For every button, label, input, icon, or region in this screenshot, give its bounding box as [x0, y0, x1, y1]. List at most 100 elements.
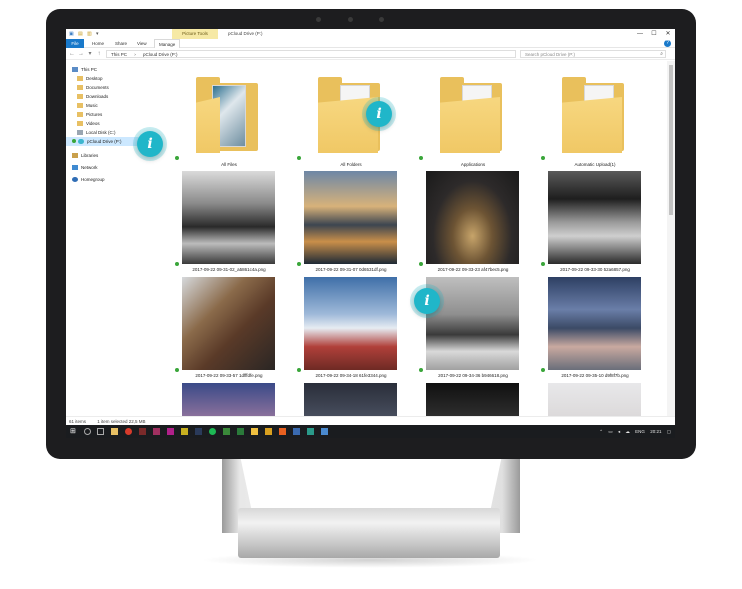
- library-icon: [72, 153, 78, 158]
- app-icon[interactable]: [237, 428, 244, 435]
- properties-icon[interactable]: ▤: [78, 31, 84, 37]
- up-arrow-icon[interactable]: ↑: [95, 50, 103, 58]
- nav-item-network[interactable]: Network: [66, 163, 144, 172]
- info-marker-icon[interactable]: i: [137, 131, 163, 157]
- nav-item-libraries[interactable]: Libraries: [66, 151, 144, 160]
- ribbon-tabs: File Home Share View Manage ?: [66, 39, 675, 48]
- app-icon[interactable]: [167, 428, 174, 435]
- sync-ok-icon: [174, 155, 180, 161]
- notification-icon[interactable]: ▢: [667, 429, 671, 434]
- image-tile[interactable]: 2017-09-22 09-31-07 0d6531df.png: [296, 171, 397, 277]
- nav-item-this-pc[interactable]: This PC: [66, 65, 144, 74]
- tab-manage[interactable]: Manage: [154, 39, 181, 48]
- nav-item-videos[interactable]: Videos: [66, 119, 144, 128]
- nav-item-downloads[interactable]: Downloads: [66, 92, 144, 101]
- close-button[interactable]: ✕: [661, 29, 675, 39]
- nav-item-music[interactable]: Music: [66, 101, 144, 110]
- image-tile[interactable]: 2017-09-22 09-35-10 d9f8f7b.png: [540, 277, 641, 383]
- search-icon[interactable]: ⌕: [660, 51, 663, 58]
- image-thumbnail: [182, 277, 275, 370]
- tab-view[interactable]: View: [133, 39, 151, 48]
- app-icon[interactable]: [279, 428, 286, 435]
- app-icon[interactable]: [153, 428, 160, 435]
- recent-dropdown-icon[interactable]: ▾: [86, 50, 94, 58]
- nav-item-homegroup[interactable]: Homegroup: [66, 175, 144, 184]
- cloud-drive-icon: [78, 139, 84, 144]
- image-tile[interactable]: 2017-09-22 09-33-23 af47bec5.png: [418, 171, 519, 277]
- image-tile[interactable]: [174, 383, 275, 416]
- app-icon[interactable]: [195, 428, 202, 435]
- clock[interactable]: 20:21: [650, 429, 661, 434]
- image-thumbnail: [548, 277, 641, 370]
- app-icon[interactable]: [265, 428, 272, 435]
- image-tile[interactable]: 2017-09-22 09-33-30 52a6857.png: [540, 171, 641, 277]
- image-thumbnail: [182, 171, 275, 264]
- computer-icon: [72, 67, 78, 72]
- maximize-button[interactable]: ☐: [647, 29, 661, 39]
- app-icon[interactable]: [223, 428, 230, 435]
- image-tile[interactable]: [540, 383, 641, 416]
- quick-access-dropdown-icon[interactable]: ▾: [96, 31, 102, 37]
- app-icon[interactable]: [293, 428, 300, 435]
- sensor-icon: [379, 17, 384, 22]
- app-icon[interactable]: [307, 428, 314, 435]
- image-tile[interactable]: [296, 383, 397, 416]
- vertical-scrollbar[interactable]: [667, 61, 675, 416]
- image-name: 2017-09-22 09-33-30 52a6857.png: [560, 267, 630, 272]
- nav-item-local-disk[interactable]: Local Disk (C:): [66, 128, 144, 137]
- cloud-tray-icon[interactable]: ☁: [625, 429, 630, 434]
- drive-icon: [77, 130, 83, 135]
- info-marker-icon[interactable]: i: [366, 101, 392, 127]
- app-folder-icon: ▣: [69, 31, 74, 37]
- folder-tile[interactable]: Automatic Upload(1): [540, 71, 640, 171]
- image-tile[interactable]: 2017-09-22 09-34-18 61fe3344.png: [296, 277, 397, 383]
- file-explorer-icon[interactable]: [111, 428, 118, 435]
- tab-file[interactable]: File: [66, 39, 84, 48]
- spotify-icon[interactable]: [209, 428, 216, 435]
- nav-item-desktop[interactable]: Desktop: [66, 74, 144, 83]
- camera-icon: [348, 17, 353, 22]
- chevron-up-icon[interactable]: ⌃: [599, 429, 603, 434]
- search-input[interactable]: Search pCloud Drive (P:) ⌕: [520, 50, 666, 58]
- folder-tile[interactable]: Applications: [418, 71, 518, 171]
- forward-arrow-icon[interactable]: →: [77, 50, 85, 58]
- nav-item-pictures[interactable]: Pictures: [66, 110, 144, 119]
- image-thumbnail: [548, 171, 641, 264]
- nav-item-documents[interactable]: Documents: [66, 83, 144, 92]
- folder-icon: [77, 121, 83, 126]
- address-bar[interactable]: This PC › pCloud Drive (P:): [106, 50, 516, 58]
- picture-tools-context-tab: Picture Tools: [172, 29, 218, 39]
- nav-item-pcloud-drive[interactable]: pCloud Drive (P:): [66, 137, 144, 146]
- image-tile[interactable]: 2017-09-22 09-31-02_a5861c4a.png: [174, 171, 275, 277]
- task-view-icon[interactable]: [97, 428, 104, 435]
- breadcrumb-pcloud-drive[interactable]: pCloud Drive (P:): [143, 52, 178, 57]
- help-icon[interactable]: ?: [664, 40, 671, 47]
- windows-start-icon[interactable]: ⊞: [70, 428, 77, 435]
- scrollbar-thumb[interactable]: [669, 65, 673, 215]
- app-icon[interactable]: [181, 428, 188, 435]
- image-tile[interactable]: [418, 383, 519, 416]
- tab-home[interactable]: Home: [88, 39, 108, 48]
- folder-front: [562, 97, 622, 153]
- image-thumbnail: [426, 171, 519, 264]
- sync-status-icon: [72, 139, 76, 143]
- info-marker-icon[interactable]: i: [414, 288, 440, 314]
- network-tray-icon[interactable]: ▭: [608, 429, 612, 434]
- tab-share[interactable]: Share: [111, 39, 131, 48]
- app-icon[interactable]: [139, 428, 146, 435]
- monitor-base: [238, 508, 500, 558]
- folder-icon: [77, 103, 83, 108]
- back-arrow-icon[interactable]: ←: [68, 50, 76, 58]
- new-folder-icon[interactable]: ▥: [87, 31, 93, 37]
- volume-icon[interactable]: ◂: [618, 429, 620, 434]
- app-icon[interactable]: [251, 428, 258, 435]
- chrome-icon[interactable]: [125, 428, 132, 435]
- minimize-button[interactable]: —: [633, 29, 647, 39]
- app-icon[interactable]: [321, 428, 328, 435]
- breadcrumb-this-pc[interactable]: This PC: [111, 52, 127, 57]
- image-tile[interactable]: 2017-09-22 09-33-57 1dfffdfe.png: [174, 277, 275, 383]
- sensor-icon: [316, 17, 321, 22]
- cortana-icon[interactable]: [84, 428, 91, 435]
- language-indicator[interactable]: ENG: [635, 429, 645, 434]
- folder-tile[interactable]: All Files: [174, 71, 274, 171]
